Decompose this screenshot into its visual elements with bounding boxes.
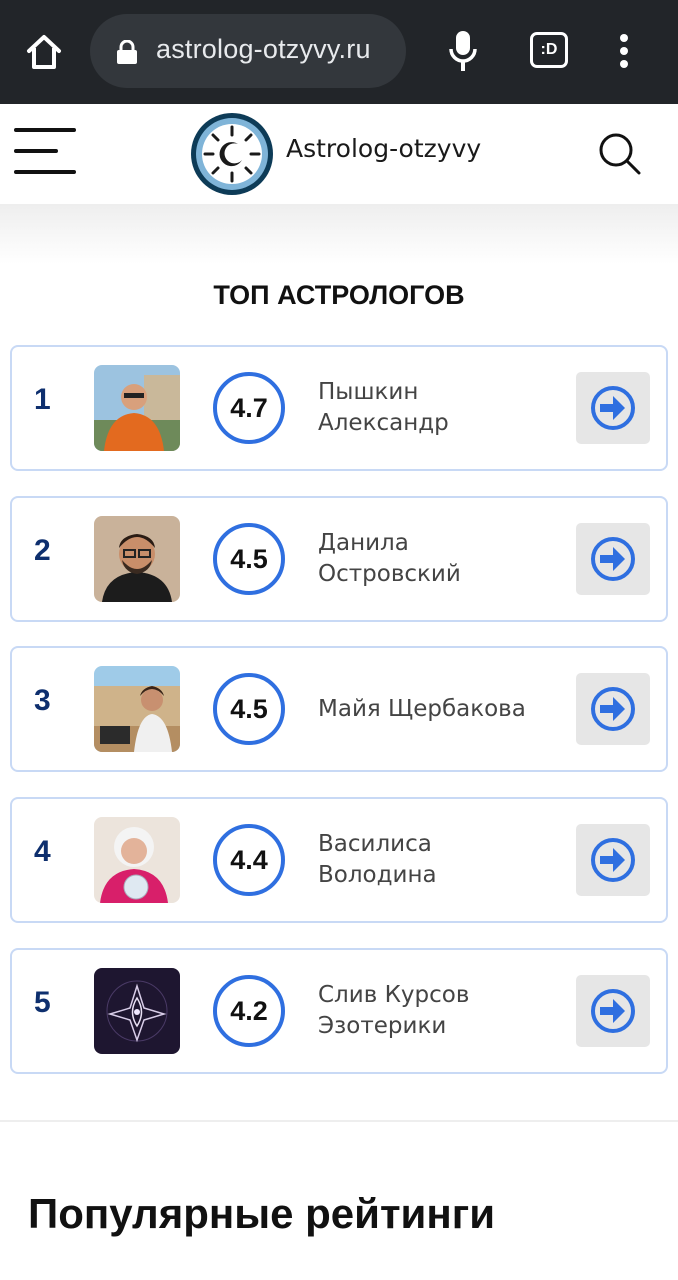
avatar <box>94 968 180 1054</box>
hamburger-icon[interactable] <box>14 128 76 174</box>
avatar <box>94 516 180 602</box>
browser-menu-button[interactable] <box>606 26 642 76</box>
open-profile-button[interactable] <box>576 523 650 595</box>
avatar <box>94 365 180 451</box>
rating-badge: 4.4 <box>213 824 285 896</box>
astrologer-name: Василиса Володина <box>318 829 566 891</box>
lock-icon <box>117 40 137 64</box>
voice-search-button[interactable] <box>440 26 486 76</box>
rating-badge: 4.2 <box>213 975 285 1047</box>
open-profile-button[interactable] <box>576 372 650 444</box>
astrologer-card[interactable]: 2 4.5 Данила Островский <box>10 496 668 622</box>
name-line: Василиса <box>318 831 432 857</box>
astrologer-name: Слив Курсов Эзотерики <box>318 980 566 1042</box>
site-brand[interactable]: Astrolog-otzyvy <box>286 134 481 163</box>
section-title: ТОП АСТРОЛОГОВ <box>213 280 465 310</box>
name-line: Данила <box>318 530 409 556</box>
name-line: Слив Курсов <box>318 982 470 1008</box>
rank-number: 3 <box>34 684 51 717</box>
mic-icon <box>449 31 477 71</box>
browser-toolbar: astrolog-otzyvy.ru :D <box>0 0 678 104</box>
rank-number: 1 <box>34 383 51 416</box>
astrologer-name: Данила Островский <box>318 528 566 590</box>
name-line: Володина <box>318 862 437 888</box>
astrologer-card[interactable]: 3 4.5 Майя Щербакова <box>10 646 668 772</box>
rating-badge: 4.5 <box>213 523 285 595</box>
section-divider <box>0 1120 678 1122</box>
tabs-button[interactable]: :D <box>530 32 568 68</box>
rank-number: 5 <box>34 986 51 1019</box>
astrologer-name: Майя Щербакова <box>318 694 566 725</box>
open-profile-button[interactable] <box>576 673 650 745</box>
rank-number: 4 <box>34 835 51 868</box>
arrow-right-circle-icon <box>591 386 635 430</box>
open-profile-button[interactable] <box>576 824 650 896</box>
home-icon <box>27 35 61 69</box>
home-button[interactable] <box>20 28 68 76</box>
address-bar[interactable]: astrolog-otzyvy.ru <box>90 14 406 88</box>
avatar <box>94 666 180 752</box>
astrologer-card[interactable]: 4 4.4 Василиса Володина <box>10 797 668 923</box>
rating-badge: 4.5 <box>213 673 285 745</box>
menu-dots-icon <box>620 34 628 42</box>
popular-ratings-title: Популярные рейтинги <box>28 1190 496 1237</box>
name-line: Александр <box>318 410 449 436</box>
avatar <box>94 817 180 903</box>
arrow-right-circle-icon <box>591 838 635 882</box>
arrow-right-circle-icon <box>591 989 635 1033</box>
astrologer-card[interactable]: 5 4.2 Слив Курсов Эзотерики <box>10 948 668 1074</box>
arrow-right-circle-icon <box>591 687 635 731</box>
open-profile-button[interactable] <box>576 975 650 1047</box>
menu-dot <box>620 47 628 55</box>
arrow-right-circle-icon <box>591 537 635 581</box>
name-line: Островский <box>318 561 461 587</box>
astrologer-name: Пышкин Александр <box>318 377 566 439</box>
name-line: Майя Щербакова <box>318 696 526 722</box>
url-text: astrolog-otzyvy.ru <box>156 34 371 64</box>
rating-badge: 4.7 <box>213 372 285 444</box>
menu-dot <box>620 60 628 68</box>
astrologer-card[interactable]: 1 4.7 Пышкин Александр <box>10 345 668 471</box>
site-header: Astrolog-otzyvy <box>0 104 678 204</box>
rank-number: 2 <box>34 534 51 567</box>
logo-icon[interactable] <box>188 110 276 198</box>
name-line: Пышкин <box>318 379 419 405</box>
header-shadow <box>0 204 678 264</box>
name-line: Эзотерики <box>318 1013 447 1039</box>
search-icon[interactable] <box>596 130 642 176</box>
